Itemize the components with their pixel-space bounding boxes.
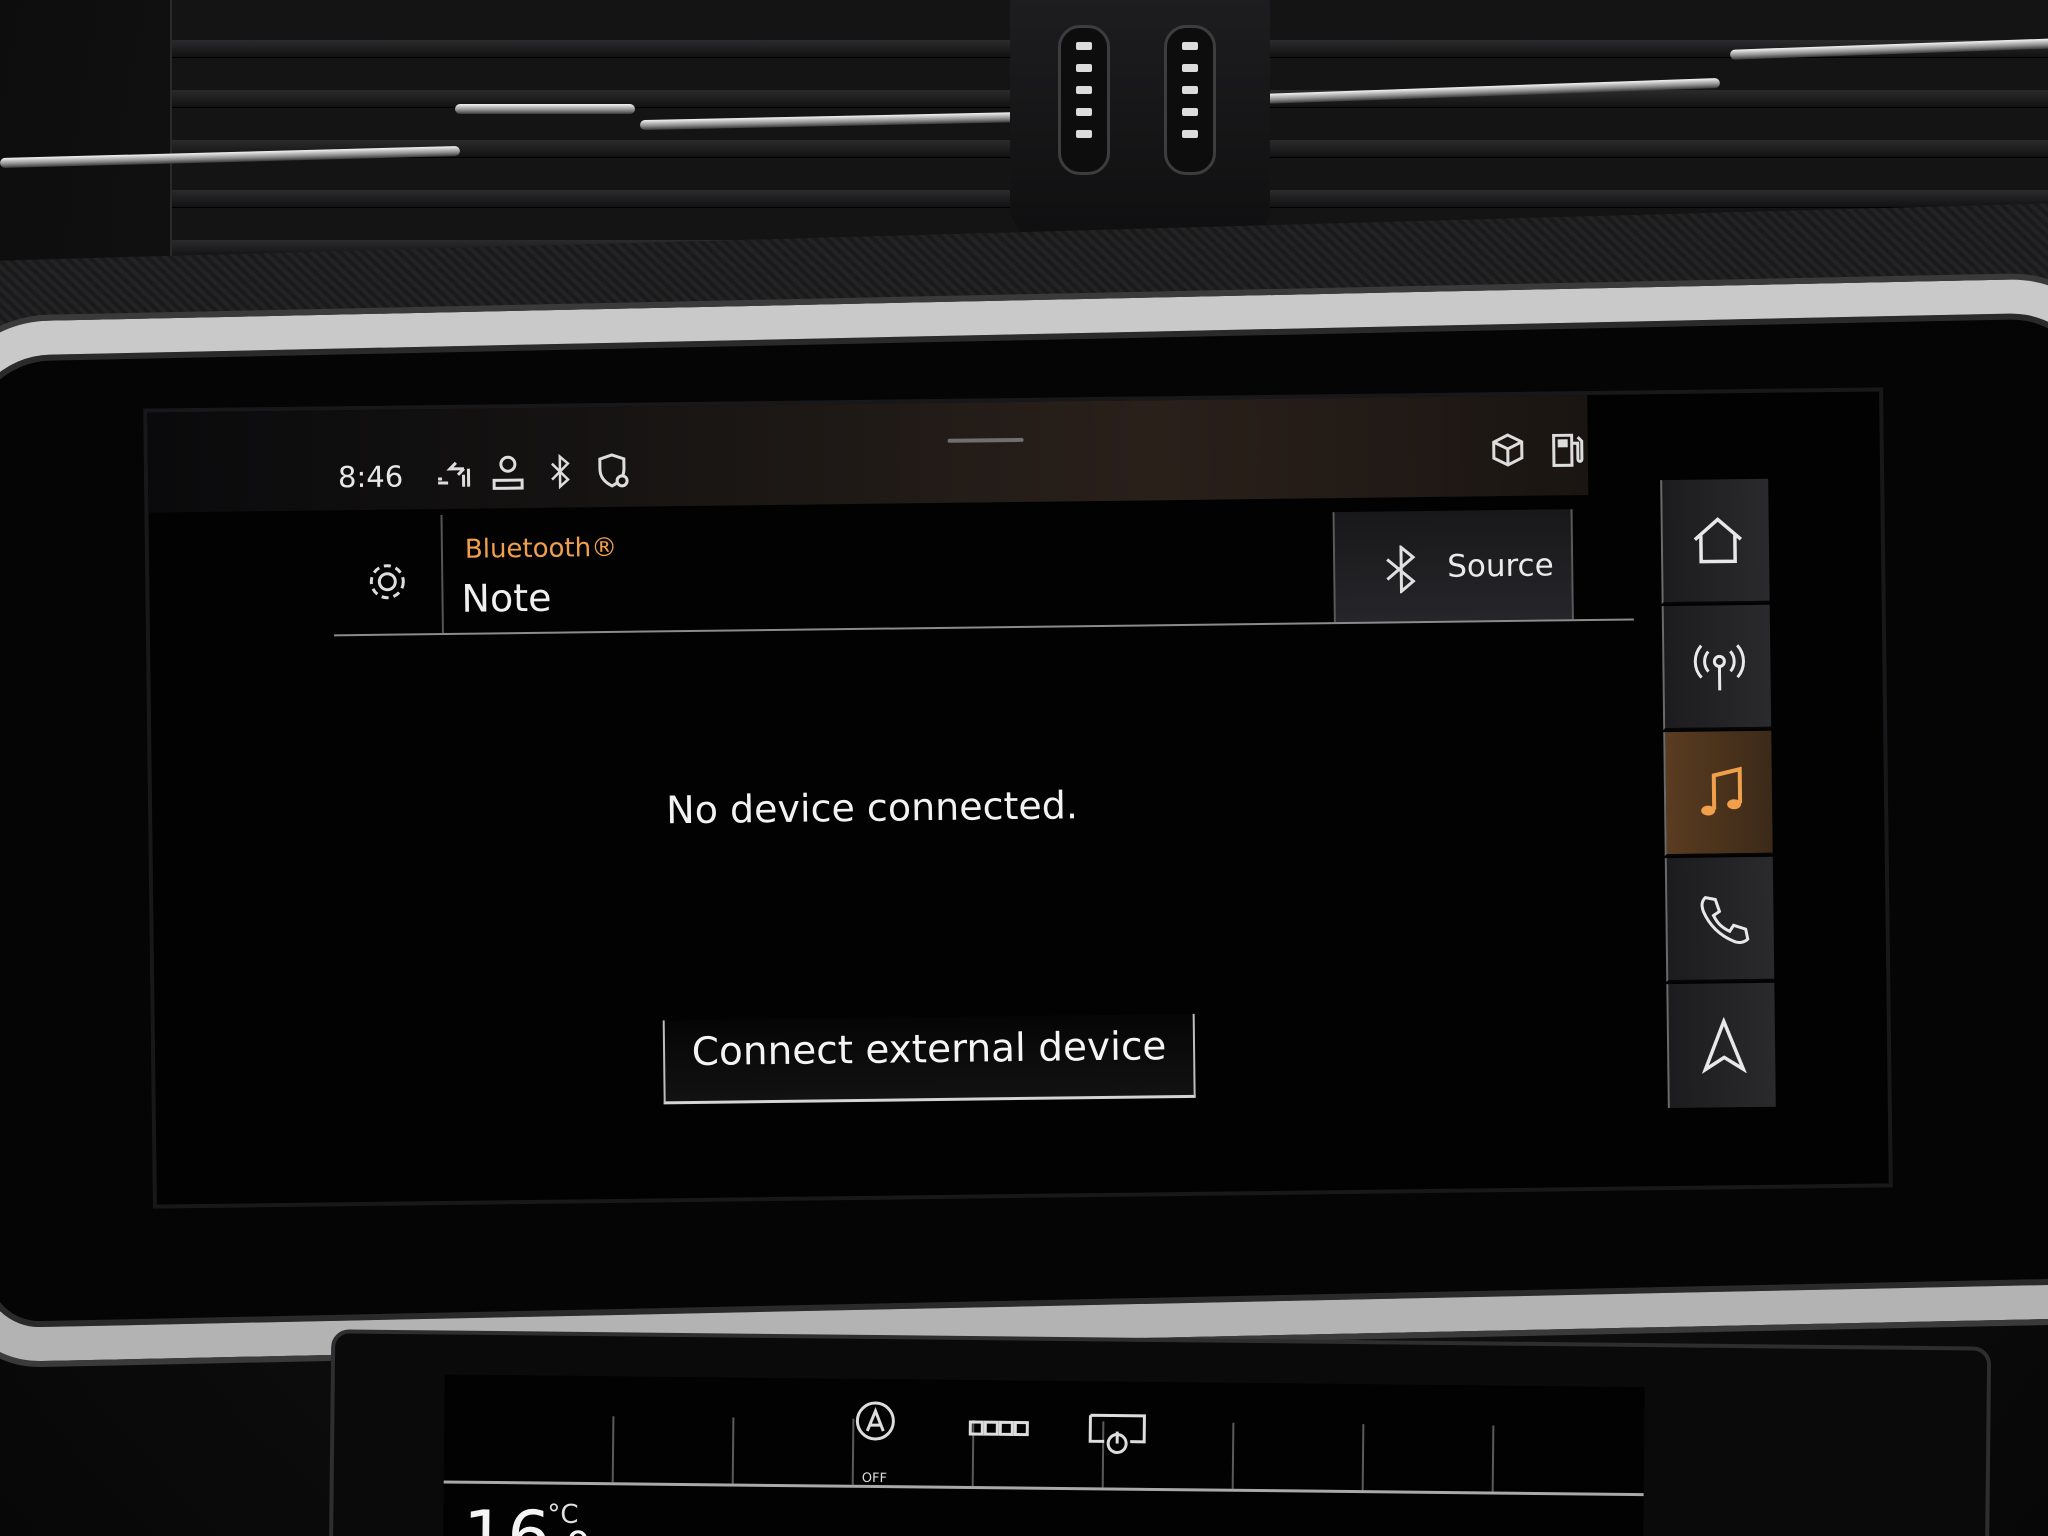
- source-button[interactable]: Source: [1332, 509, 1574, 623]
- clock: 8:46: [337, 459, 404, 495]
- nav-phone[interactable]: [1664, 856, 1775, 983]
- climate-cell[interactable]: [1363, 1424, 1495, 1492]
- source-label: Bluetooth®: [464, 532, 618, 565]
- climate-control-panel: OFF 16,0 °C: [328, 1329, 1992, 1536]
- climate-cell[interactable]: [1103, 1421, 1235, 1489]
- gear-icon: [369, 564, 405, 600]
- temperature-unit: °C: [547, 1499, 579, 1530]
- nav-home[interactable]: [1660, 478, 1770, 605]
- radio-icon: [1693, 644, 1745, 691]
- pull-down-handle[interactable]: [947, 437, 1024, 443]
- nav-navigation[interactable]: [1666, 982, 1776, 1109]
- side-navigation: [1660, 478, 1776, 1109]
- vent-center-post: [1010, 0, 1270, 245]
- climate-cell[interactable]: [1233, 1422, 1365, 1491]
- source-button-label: Source: [1446, 547, 1554, 585]
- header-divider: [333, 618, 1634, 637]
- nav-media[interactable]: [1663, 730, 1773, 857]
- navigation-icon: [1701, 1017, 1748, 1074]
- track-title: Note: [461, 575, 552, 621]
- connect-external-device-button[interactable]: Connect external device: [662, 1013, 1196, 1105]
- home-icon: [1693, 517, 1743, 564]
- climate-cell[interactable]: [733, 1417, 855, 1485]
- media-header: Bluetooth® Note Source: [332, 500, 1634, 637]
- connect-button-label: Connect external device: [691, 1024, 1167, 1076]
- lte-signal-icon: [434, 453, 474, 493]
- vent-control-knob[interactable]: [1058, 25, 1110, 175]
- status-bar: 8:46: [147, 395, 1589, 513]
- nav-radio[interactable]: [1661, 604, 1772, 731]
- location-shield-icon: [594, 451, 634, 491]
- bluetooth-icon: [540, 451, 580, 491]
- phone-icon: [1700, 895, 1750, 945]
- vent-control-knob[interactable]: [1164, 25, 1216, 175]
- package-icon: [1488, 430, 1528, 470]
- user-profile-icon: [488, 452, 528, 492]
- infotainment-screen: 8:46 Bluetooth® Note Source No device co…: [143, 387, 1893, 1209]
- climate-cell[interactable]: [483, 1414, 615, 1483]
- settings-button[interactable]: [332, 515, 444, 635]
- vent-chrome-blade: [455, 104, 635, 114]
- bluetooth-icon: [1386, 545, 1416, 594]
- climate-cell[interactable]: [613, 1416, 735, 1484]
- music-icon: [1701, 766, 1743, 816]
- fuel-icon: [1548, 429, 1588, 469]
- climate-screen: OFF 16,0 °C: [442, 1374, 1645, 1536]
- climate-cell[interactable]: [853, 1418, 975, 1487]
- no-device-message: No device connected.: [665, 783, 1079, 833]
